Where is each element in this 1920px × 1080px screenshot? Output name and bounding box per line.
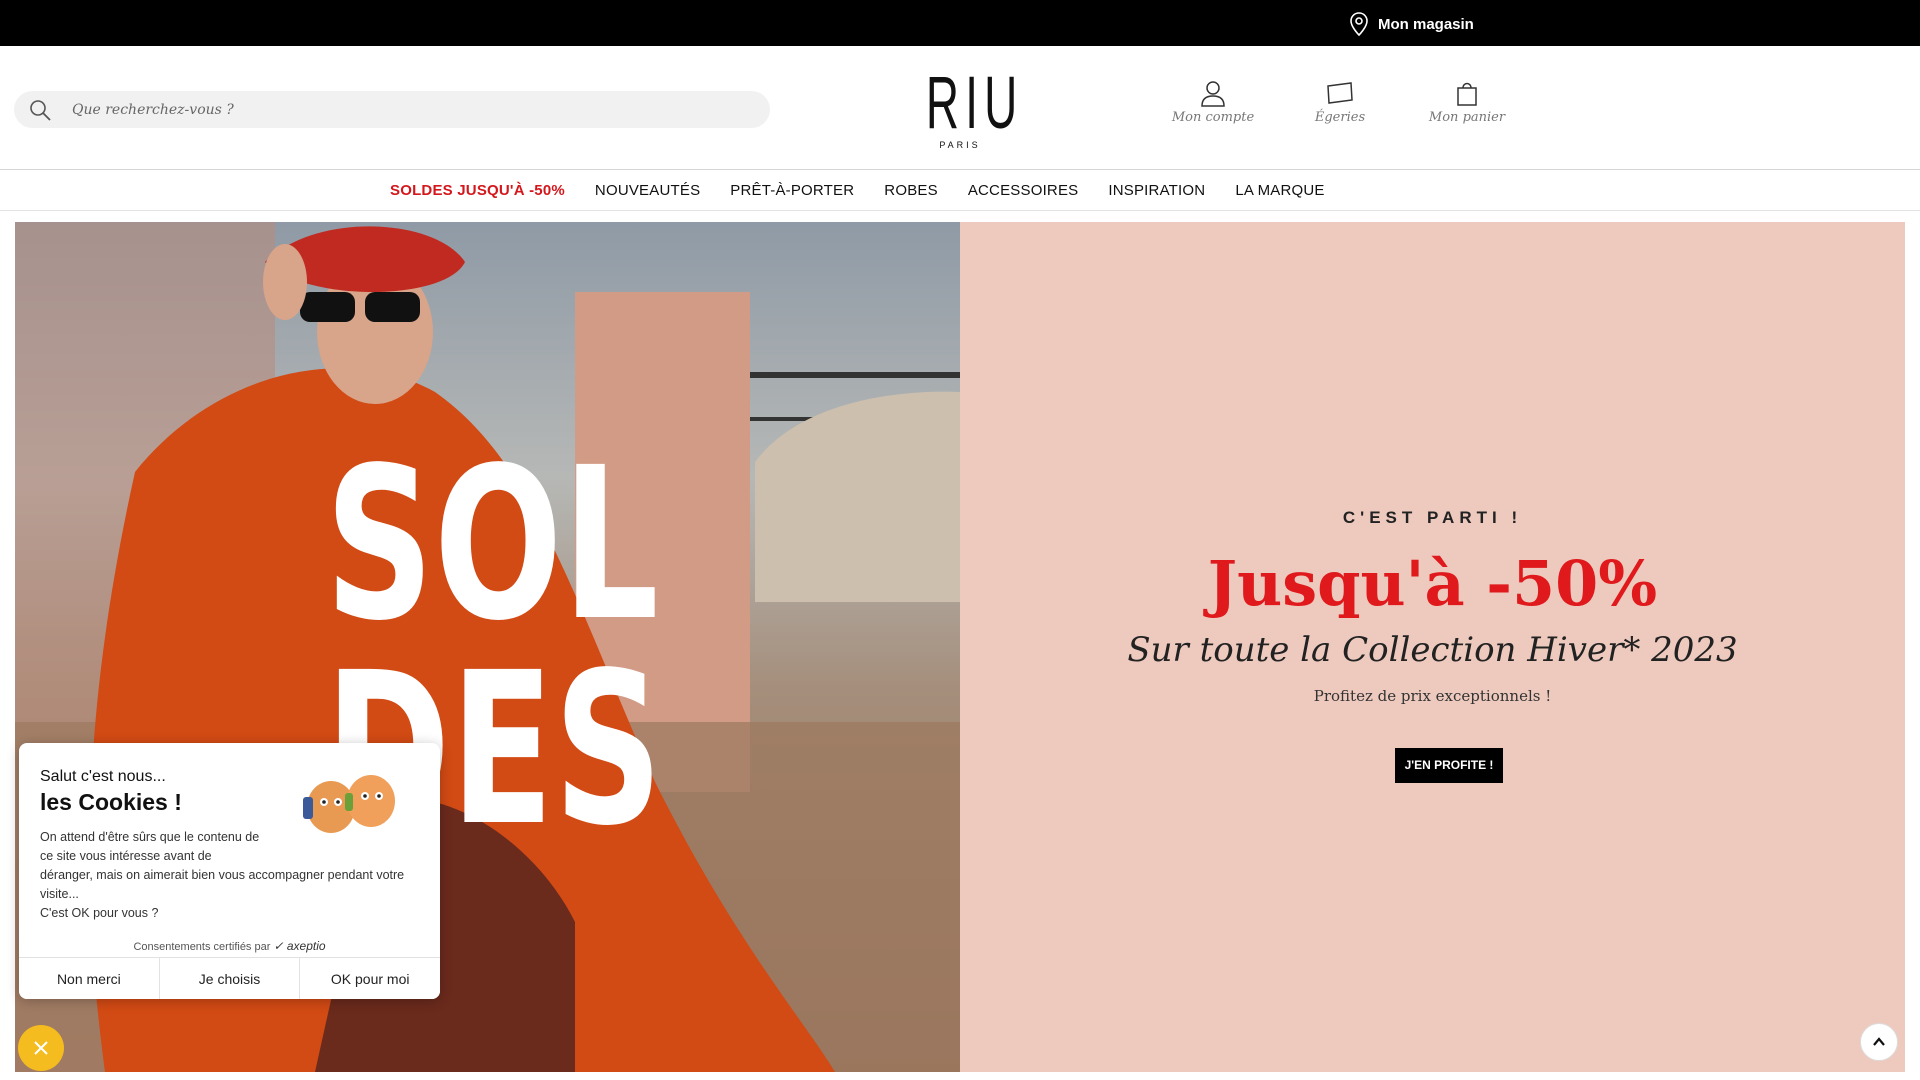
nav-item-robes[interactable]: ROBES xyxy=(884,182,938,199)
cookie-choose-button[interactable]: Je choisis xyxy=(159,958,301,999)
cookie-accept-button[interactable]: OK pour moi xyxy=(300,958,440,999)
nav-item-la-marque[interactable]: LA MARQUE xyxy=(1235,182,1324,199)
cookie-body-line-1: On attend d'être sûrs que le contenu de xyxy=(40,830,260,844)
card-icon xyxy=(1327,82,1353,104)
egeries-link[interactable]: Égeries xyxy=(1280,78,1400,125)
main-navigation: SOLDES JUSQU'À -50% NOUVEAUTÉS PRÊT-À-PO… xyxy=(0,171,1920,211)
search-bar[interactable] xyxy=(14,91,770,128)
cookie-body: On attend d'être sûrs que le contenu de … xyxy=(40,828,430,923)
cart-label: Mon panier xyxy=(1428,110,1506,125)
shopping-bag-icon xyxy=(1457,82,1477,106)
cookie-consent-dialog: Salut c'est nous... les Cookies ! On att… xyxy=(19,743,440,999)
cookie-close-button[interactable] xyxy=(18,1025,64,1071)
account-link[interactable]: Mon compte xyxy=(1153,78,1273,125)
nav-item-nouveautes[interactable]: NOUVEAUTÉS xyxy=(595,182,700,199)
hero-headline: Jusqu'à -50% xyxy=(1207,547,1658,620)
nav-item-pret-a-porter[interactable]: PRÊT-À-PORTER xyxy=(730,182,854,199)
top-bar: Mon magasin xyxy=(0,0,1920,46)
cookie-body-line-3: déranger, mais on aimerait bien vous acc… xyxy=(40,868,405,901)
cart-link[interactable]: Mon panier xyxy=(1407,78,1527,125)
site-header: RIU PARIS Mon compte Égeries Mon panier xyxy=(0,46,1920,170)
cookie-certification: Consentements certifiés par ✓ axeptio xyxy=(19,939,440,953)
user-icon xyxy=(1201,81,1225,107)
nav-item-soldes[interactable]: SOLDES JUSQU'À -50% xyxy=(390,182,565,199)
hero-cta-button[interactable]: J'EN PROFITE ! xyxy=(1395,748,1503,783)
cookie-hello: Salut c'est nous... xyxy=(40,768,166,785)
egeries-label: Égeries xyxy=(1314,110,1366,125)
hero-tagline: Profitez de prix exceptionnels ! xyxy=(1313,687,1552,705)
logo-brand-text: RIU xyxy=(925,61,1024,144)
axeptio-logo: ✓ axeptio xyxy=(273,939,325,953)
cookie-body-line-4: C'est OK pour vous ? xyxy=(40,906,159,920)
scroll-to-top-button[interactable] xyxy=(1860,1023,1898,1061)
nav-item-inspiration[interactable]: INSPIRATION xyxy=(1108,182,1205,199)
hero-kicker: C'EST PARTI ! xyxy=(1342,508,1523,527)
search-icon[interactable] xyxy=(28,98,52,122)
cookie-title: les Cookies ! xyxy=(40,789,182,815)
cookie-buttons: Non merci Je choisis OK pour moi xyxy=(19,957,440,999)
location-pin-icon xyxy=(1350,12,1368,37)
account-label: Mon compte xyxy=(1171,110,1255,125)
store-locator-link[interactable]: Mon magasin xyxy=(1348,11,1474,37)
cookie-cert-text: Consentements certifiés par xyxy=(133,941,271,953)
check-icon: ✓ xyxy=(273,939,284,953)
brand-logo[interactable]: RIU PARIS xyxy=(905,61,1024,151)
search-input[interactable] xyxy=(72,101,712,118)
nav-item-accessoires[interactable]: ACCESSOIRES xyxy=(968,182,1079,199)
close-icon xyxy=(34,1041,48,1055)
hero-promo-panel: C'EST PARTI ! Jusqu'à -50% Sur toute la … xyxy=(960,222,1905,1072)
store-locator-label: Mon magasin xyxy=(1378,15,1474,33)
cookie-body-line-2: ce site vous intéresse avant de xyxy=(40,849,212,863)
cookie-refuse-button[interactable]: Non merci xyxy=(19,958,160,999)
chevron-up-icon xyxy=(1873,1037,1885,1046)
axeptio-brand-text: axeptio xyxy=(286,939,326,953)
hero-subhead: Sur toute la Collection Hiver* 2023 xyxy=(1127,630,1738,670)
